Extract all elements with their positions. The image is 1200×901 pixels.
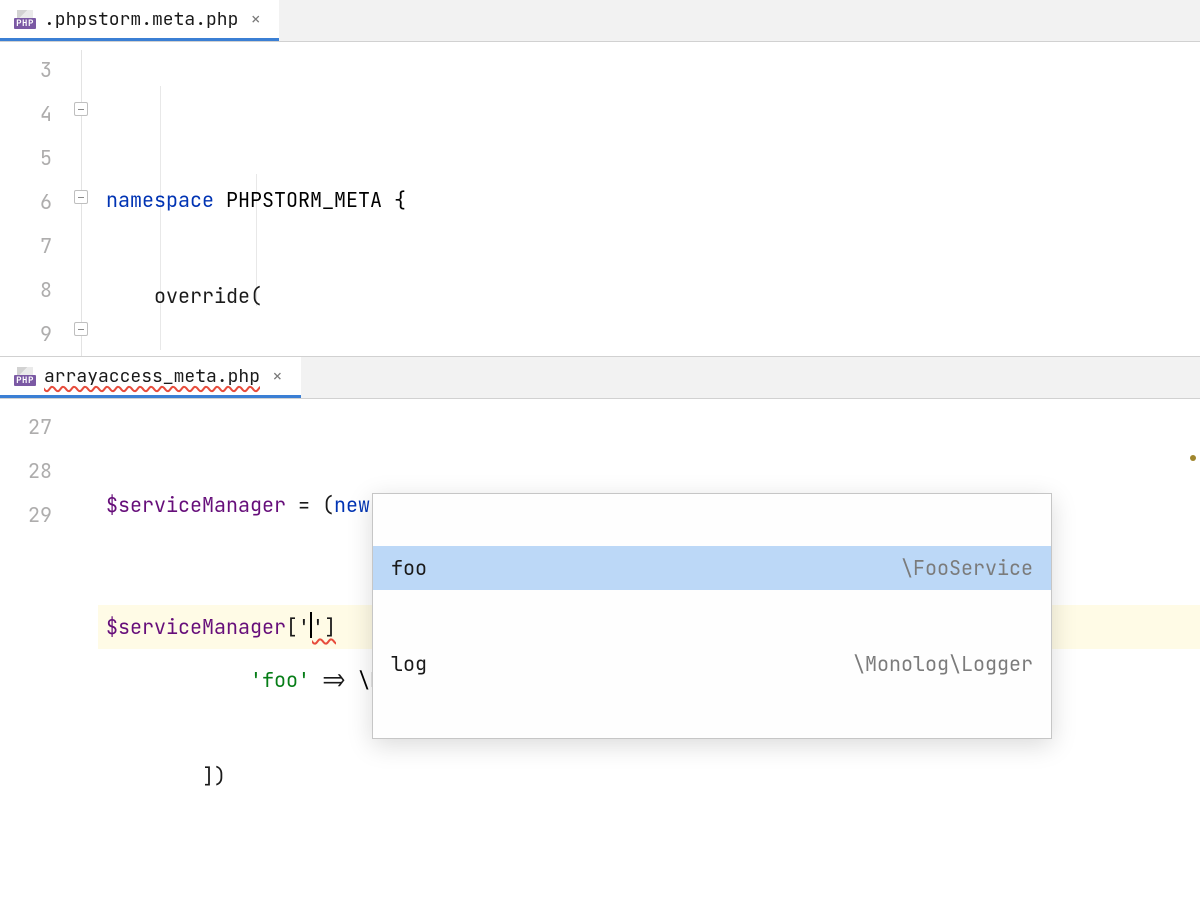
tab-bar-top: PHP .phpstorm.meta.php × <box>0 0 1200 42</box>
editor-pane-bottom: PHP arrayaccess_meta.php × 27 28 29 $ser… <box>0 356 1200 600</box>
code-line: override( <box>98 274 1200 318</box>
tab-arrayaccess-meta[interactable]: PHP arrayaccess_meta.php × <box>0 357 301 398</box>
autocomplete-label: foo <box>391 555 427 581</box>
tab-phpstorm-meta[interactable]: PHP .phpstorm.meta.php × <box>0 0 279 41</box>
fold-toggle-icon[interactable] <box>74 102 88 116</box>
code-line: namespace PHPSTORM_META { <box>98 178 1200 222</box>
close-icon[interactable]: × <box>246 8 265 31</box>
autocomplete-item[interactable]: log \Monolog\Logger <box>373 642 1051 686</box>
tab-bar-bottom: PHP arrayaccess_meta.php × <box>0 357 1200 399</box>
code-area-bottom[interactable]: $serviceManager = (new ServiceManager())… <box>98 399 1200 600</box>
close-icon[interactable]: × <box>268 365 287 388</box>
warning-marker-icon[interactable] <box>1190 455 1196 461</box>
code-area-top[interactable]: namespace PHPSTORM_META { override( new … <box>98 42 1200 356</box>
autocomplete-label: log <box>391 651 427 677</box>
fold-strip <box>70 399 98 600</box>
editor-bottom[interactable]: 27 28 29 $serviceManager = (new ServiceM… <box>0 399 1200 600</box>
tab-filename: arrayaccess_meta.php <box>44 365 260 388</box>
fold-toggle-icon[interactable] <box>74 190 88 204</box>
editor-pane-top: PHP .phpstorm.meta.php × 3 4 5 6 7 8 9 n… <box>0 0 1200 356</box>
tab-filename: .phpstorm.meta.php <box>44 8 238 31</box>
gutter-bottom: 27 28 29 <box>0 399 70 600</box>
autocomplete-item[interactable]: foo \FooService <box>373 546 1051 590</box>
php-file-icon: PHP <box>14 10 36 29</box>
autocomplete-popup[interactable]: foo \FooService log \Monolog\Logger <box>372 493 1052 739</box>
editor-top[interactable]: 3 4 5 6 7 8 9 namespace PHPSTORM_META { … <box>0 42 1200 356</box>
php-file-icon: PHP <box>14 367 36 386</box>
gutter-top: 3 4 5 6 7 8 9 <box>0 42 70 356</box>
marker-strip <box>1184 399 1200 600</box>
fold-toggle-icon[interactable] <box>74 322 88 336</box>
autocomplete-type: \Monolog\Logger <box>853 651 1033 677</box>
fold-strip <box>70 42 98 356</box>
autocomplete-type: \FooService <box>901 555 1033 581</box>
